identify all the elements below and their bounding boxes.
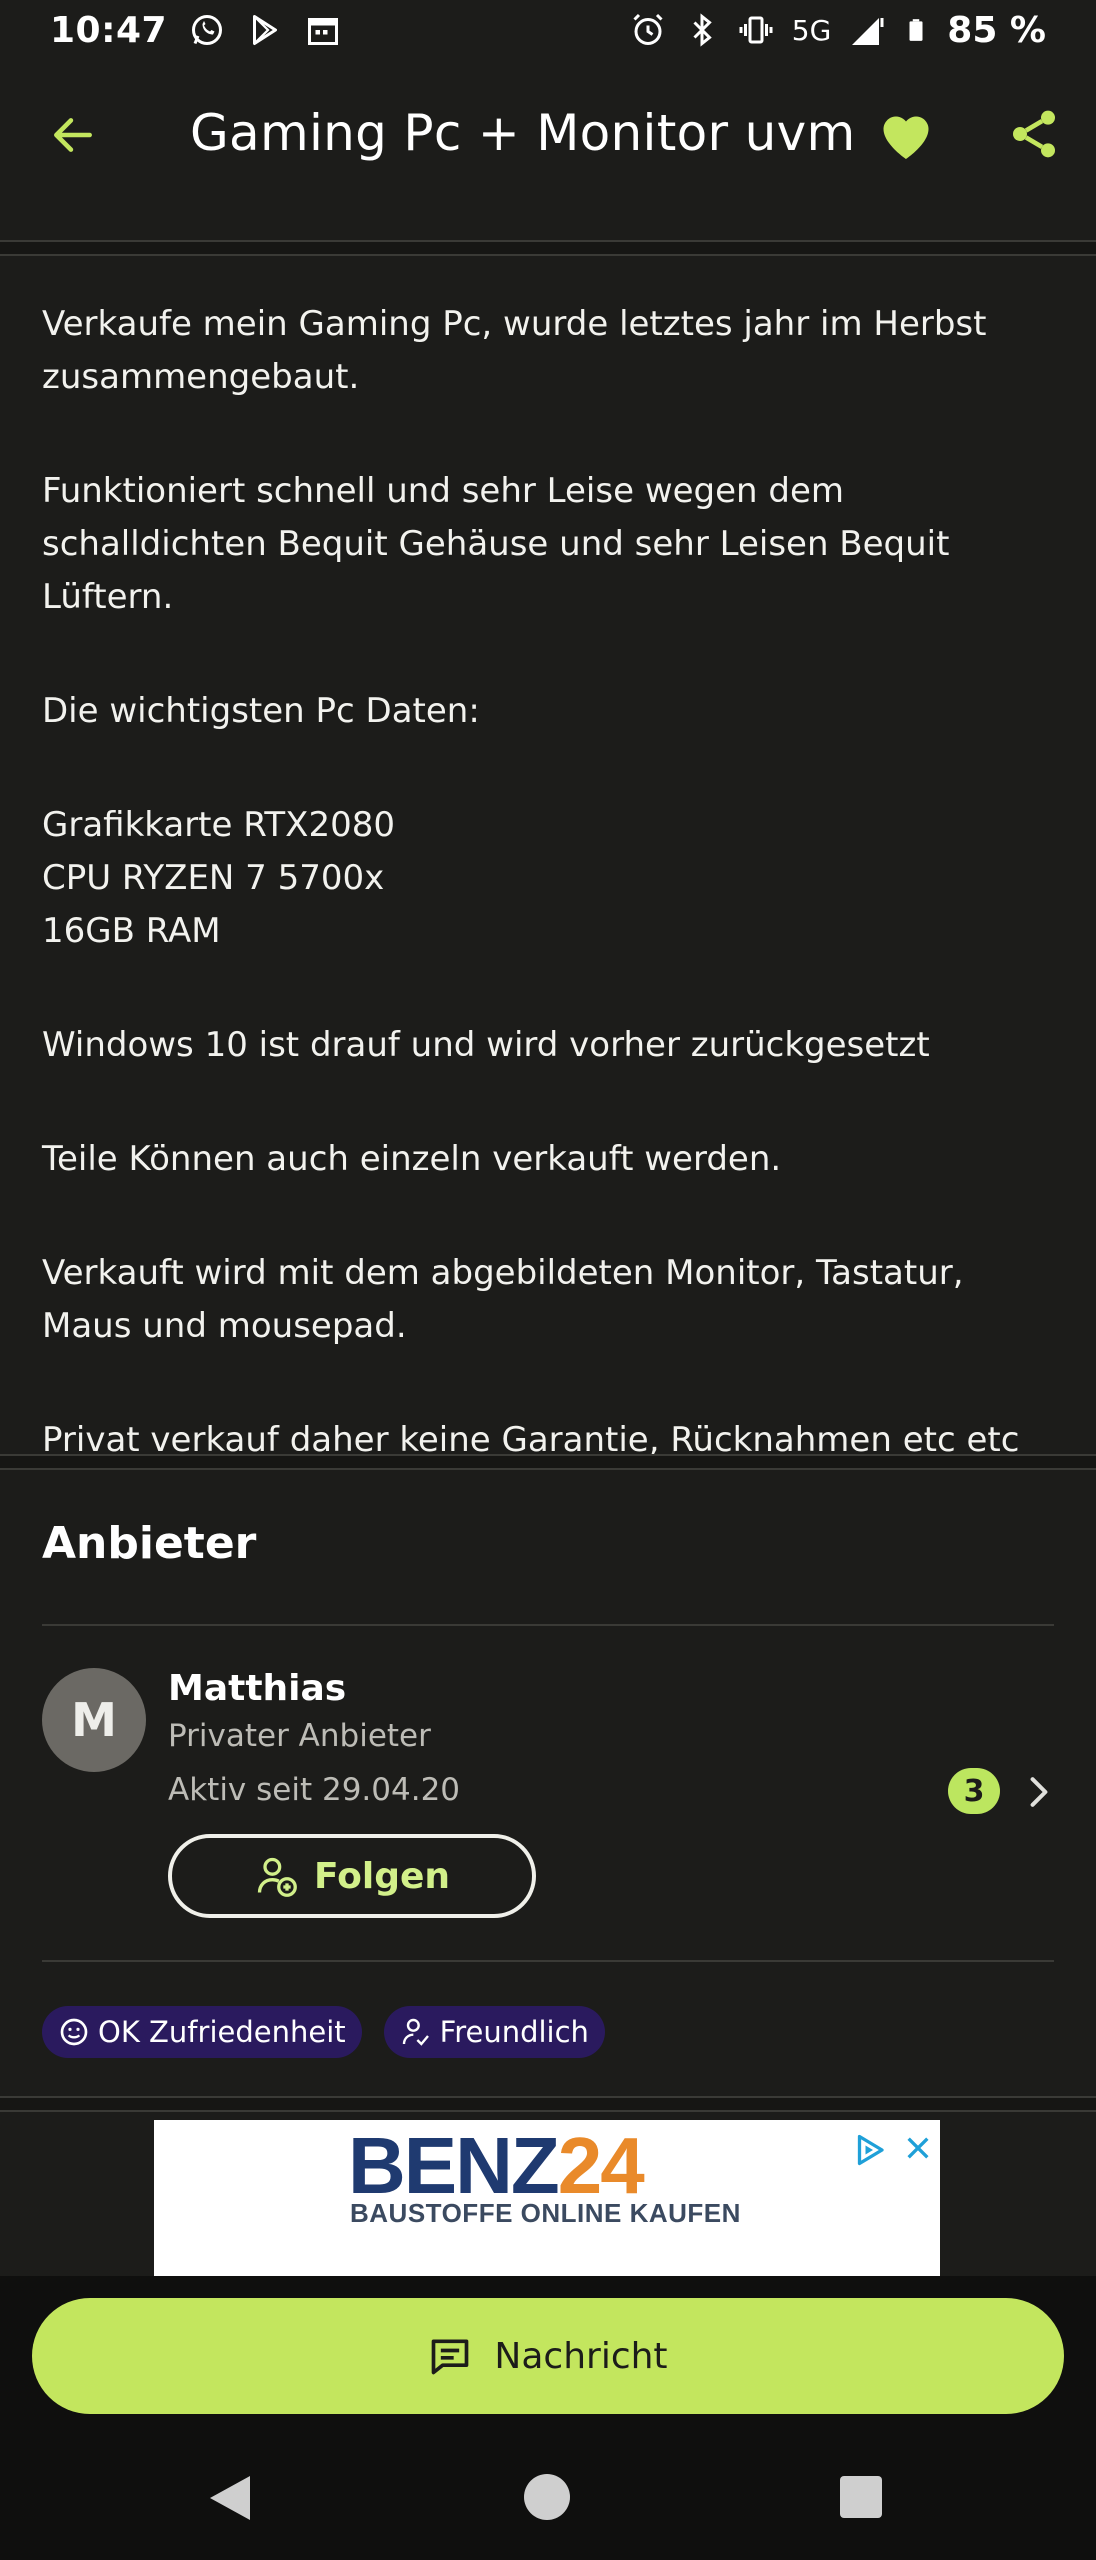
battery-icon (909, 19, 923, 41)
nav-home-icon[interactable] (524, 2474, 570, 2520)
description-paragraph: Die wichtigsten Pc Daten: (42, 691, 480, 731)
seller-tags-divider (42, 1960, 1054, 1962)
tag-label: OK Zufriedenheit (98, 2015, 346, 2049)
follow-button[interactable]: Folgen (168, 1834, 536, 1918)
chevron-right-icon[interactable] (1026, 1776, 1052, 1808)
rating-tag-friendly: Freundlich (383, 2006, 605, 2058)
ad-close-icon[interactable] (902, 2132, 934, 2164)
system-nav-bar (0, 2446, 1096, 2560)
play-store-icon (253, 15, 278, 45)
battery-level: 85 % (947, 9, 1046, 51)
status-right-icons: 5G 85 % (630, 10, 1046, 51)
add-user-icon (257, 1857, 297, 1897)
avatar[interactable]: M (42, 1668, 146, 1772)
status-bar: 10:47 5G 85 % (0, 0, 1096, 60)
status-left-icons (189, 12, 341, 48)
seller-type: Privater Anbieter (168, 1718, 431, 1754)
description-line: Grafikkarte RTX2080 (42, 805, 395, 845)
ad-divider (0, 2096, 1096, 2112)
message-label: Nachricht (494, 2335, 668, 2377)
description-paragraph: Windows 10 ist drauf und wird vorher zur… (42, 1025, 930, 1065)
section-divider (0, 1454, 1096, 1470)
network-type: 5G (791, 13, 832, 47)
header-divider (0, 240, 1096, 256)
back-arrow-icon[interactable] (48, 110, 98, 160)
message-button[interactable]: Nachricht (32, 2298, 1064, 2414)
vibrate-icon (739, 16, 773, 44)
ad-tagline: BAUSTOFFE ONLINE KAUFEN (350, 2198, 741, 2228)
alarm-icon (633, 13, 663, 45)
description-paragraph: Teile Können auch einzeln verkauft werde… (42, 1139, 782, 1179)
listing-count-badge[interactable]: 3 (948, 1768, 1000, 1814)
share-icon[interactable] (1006, 106, 1062, 162)
ad-banner[interactable]: BENZ24 BAUSTOFFE ONLINE KAUFEN (154, 2120, 940, 2276)
description: Verkaufe mein Gaming Pc, wurde letztes j… (42, 298, 1062, 1528)
description-line: 16GB RAM (42, 911, 221, 951)
nav-back-icon[interactable] (206, 2472, 254, 2524)
bluetooth-icon (693, 13, 712, 47)
description-paragraph: Funktioniert schnell und sehr Leise wege… (42, 471, 950, 617)
page-title: Gaming Pc + Monitor uvm (190, 104, 856, 162)
signal-icon (852, 18, 884, 45)
description-line: CPU RYZEN 7 5700x (42, 858, 385, 898)
seller-name[interactable]: Matthias (168, 1668, 346, 1709)
seller-section-title: Anbieter (42, 1518, 257, 1569)
message-icon (432, 2339, 469, 2375)
seller-tags: OK Zufriedenheit Freundlich (42, 2006, 605, 2058)
app-header: Gaming Pc + Monitor uvm (0, 60, 1096, 240)
tag-label: Freundlich (439, 2015, 589, 2049)
calendar-icon (308, 18, 339, 45)
rating-tag-satisfaction: OK Zufriedenheit (42, 2006, 362, 2058)
favorite-heart-icon[interactable] (876, 106, 936, 162)
seller-active-since: Aktiv seit 29.04.20 (168, 1772, 461, 1808)
whatsapp-icon (192, 15, 223, 45)
description-paragraph: Verkauft wird mit dem abgebildeten Monit… (42, 1253, 964, 1346)
follow-label: Folgen (313, 1855, 451, 1897)
status-time: 10:47 (50, 9, 168, 51)
smiley-icon (60, 2018, 88, 2046)
friendly-user-icon (402, 2018, 429, 2046)
nav-recents-icon[interactable] (840, 2476, 882, 2518)
adchoices-icon[interactable] (852, 2132, 888, 2168)
seller-divider (42, 1624, 1054, 1626)
description-paragraph: Verkaufe mein Gaming Pc, wurde letztes j… (42, 304, 987, 397)
